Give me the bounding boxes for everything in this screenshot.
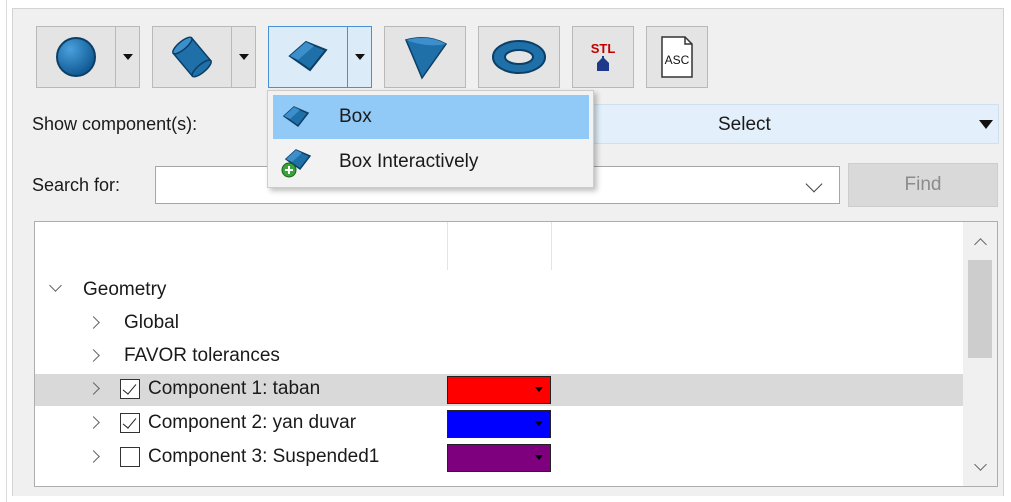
component-checkbox[interactable] — [120, 447, 140, 467]
component-color-picker[interactable] — [447, 410, 551, 438]
menu-item-box[interactable]: Box — [273, 95, 589, 139]
chevron-down-icon — [354, 54, 365, 60]
chevron-right-icon[interactable] — [87, 349, 100, 362]
cylinder-button[interactable] — [152, 26, 256, 88]
chevron-down-icon — [122, 54, 133, 60]
component-checkbox[interactable] — [120, 379, 140, 399]
chevron-down-icon — [535, 387, 543, 392]
tree-item-component-1[interactable]: Component 1: taban — [35, 374, 965, 406]
sphere-button[interactable] — [36, 26, 140, 88]
asc-import-button[interactable]: ASC — [646, 26, 708, 88]
tree-item-label: Component 2: yan duvar — [148, 412, 357, 433]
chevron-right-icon[interactable] — [87, 382, 100, 395]
box-button[interactable] — [268, 26, 372, 88]
chevron-right-icon[interactable] — [87, 316, 100, 329]
tree-item-label: FAVOR tolerances — [124, 345, 280, 366]
checkmark-icon — [122, 414, 137, 429]
tree-item-favor-tolerances[interactable]: FAVOR tolerances — [35, 341, 965, 373]
box-icon — [282, 106, 310, 128]
box-dropdown-arrow[interactable] — [347, 27, 371, 87]
menu-item-label: Box — [339, 106, 372, 127]
tree-item-component-3[interactable]: Component 3: Suspended1 — [35, 442, 965, 474]
component-color-picker[interactable] — [447, 444, 551, 472]
tree-item-geometry[interactable]: Geometry — [35, 275, 965, 307]
scroll-up-icon[interactable] — [974, 238, 987, 251]
cylinder-button-main[interactable] — [153, 27, 231, 87]
asc-import-icon: ASC — [661, 36, 693, 78]
component-color-picker[interactable] — [447, 376, 551, 404]
scrollbar-thumb[interactable] — [968, 260, 992, 358]
stl-icon-text: STL — [591, 41, 616, 56]
sphere-dropdown-arrow[interactable] — [115, 27, 139, 87]
tree-item-label: Global — [124, 312, 179, 333]
cone-icon — [404, 37, 448, 80]
checkmark-icon — [122, 380, 137, 395]
window-edge — [6, 0, 7, 502]
stl-import-icon: STL — [591, 41, 616, 71]
component-checkbox[interactable] — [120, 413, 140, 433]
asc-icon-text: ASC — [665, 53, 690, 67]
stl-import-button-main[interactable]: STL — [573, 27, 633, 87]
show-components-value: Select — [718, 114, 771, 135]
search-label: Search for: — [32, 175, 121, 195]
component-tree[interactable]: Geometry Global FAVOR tolerances Compone… — [34, 221, 998, 487]
torus-button[interactable] — [478, 26, 560, 88]
menu-item-label: Box Interactively — [339, 151, 479, 172]
column-divider[interactable] — [551, 222, 552, 270]
tree-item-label: Component 3: Suspended1 — [148, 446, 380, 467]
chevron-down-icon — [238, 54, 249, 60]
box-button-main[interactable] — [269, 27, 347, 87]
chevron-down-icon — [535, 455, 543, 460]
sphere-icon — [56, 37, 96, 77]
select-dropdown-arrow-icon[interactable] — [979, 120, 993, 129]
tree-item-global[interactable]: Global — [35, 308, 965, 340]
chevron-right-icon[interactable] — [87, 416, 100, 429]
chevron-down-icon — [535, 421, 543, 426]
box-icon — [288, 40, 328, 72]
chevron-down-icon[interactable] — [49, 279, 62, 292]
tree-item-component-2[interactable]: Component 2: yan duvar — [35, 408, 965, 440]
box-interactive-icon — [281, 149, 311, 178]
asc-import-button-main[interactable]: ASC — [647, 27, 707, 87]
cone-button-main[interactable] — [385, 27, 465, 87]
box-dropdown-menu: Box Box Interactively — [267, 90, 594, 188]
vertical-scrollbar[interactable] — [963, 222, 997, 486]
cone-button[interactable] — [384, 26, 466, 88]
chevron-right-icon[interactable] — [87, 450, 100, 463]
scroll-down-icon[interactable] — [974, 458, 987, 471]
torus-icon — [492, 40, 546, 74]
torus-button-main[interactable] — [479, 27, 559, 87]
menu-item-box-interactively[interactable]: Box Interactively — [273, 140, 589, 184]
cylinder-icon — [172, 36, 212, 78]
column-divider[interactable] — [447, 222, 448, 270]
tree-item-label: Geometry — [83, 279, 167, 300]
find-button[interactable]: Find — [848, 163, 998, 207]
tree-item-label: Component 1: taban — [148, 378, 321, 399]
show-components-label: Show component(s): — [32, 114, 198, 134]
sphere-button-main[interactable] — [37, 27, 115, 87]
show-components-select[interactable] — [593, 104, 999, 144]
stl-import-button[interactable]: STL — [572, 26, 634, 88]
cylinder-dropdown-arrow[interactable] — [231, 27, 255, 87]
